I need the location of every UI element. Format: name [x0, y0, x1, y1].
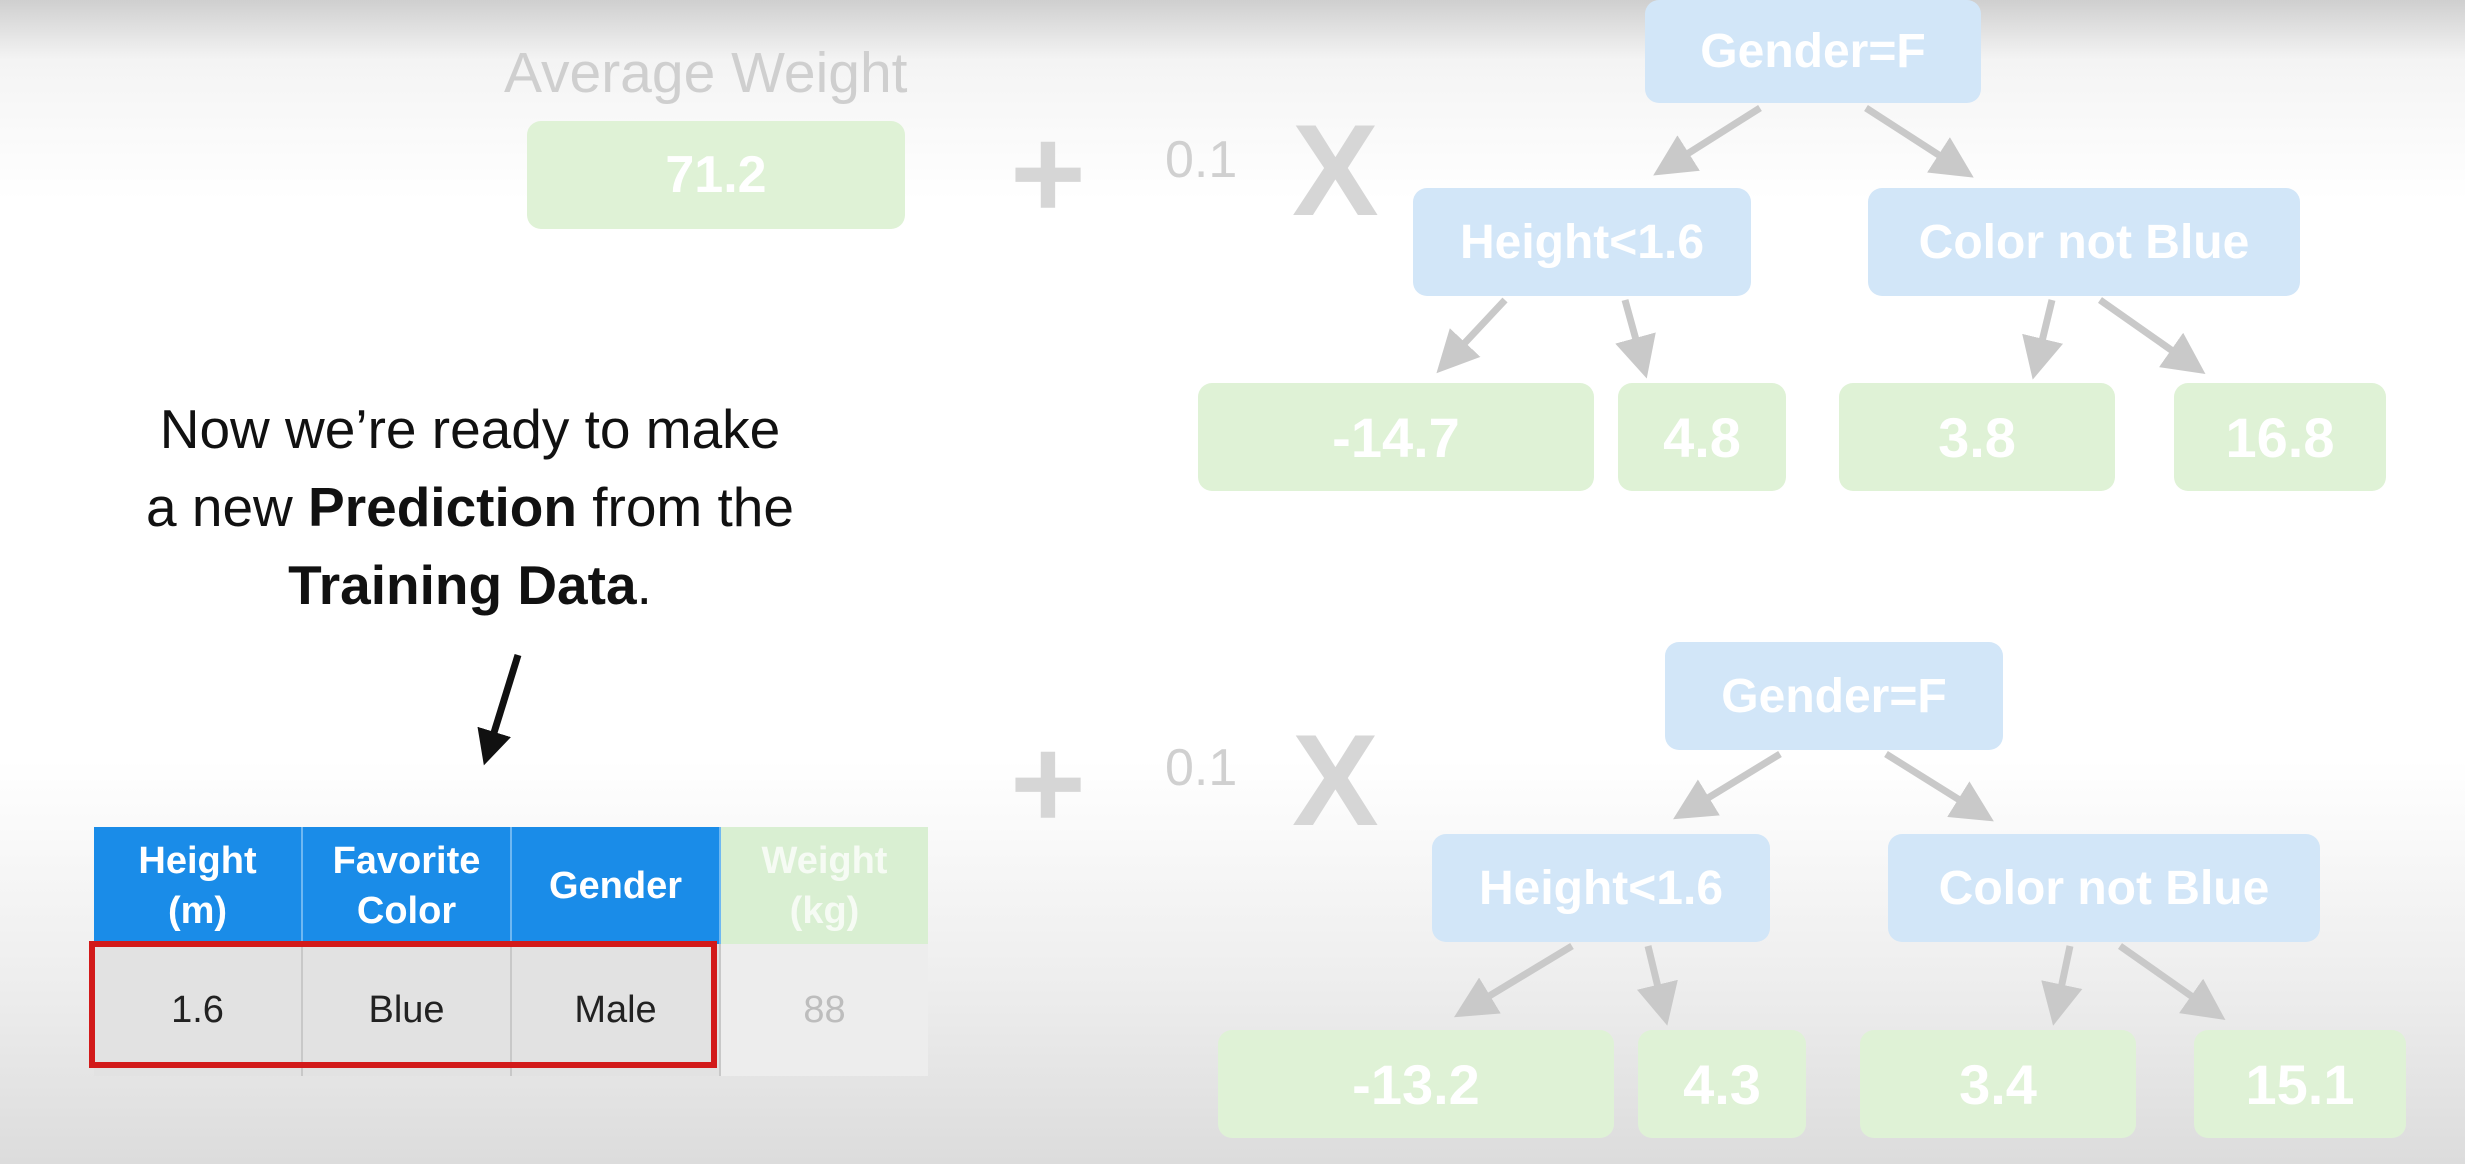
tree1-arrow-left-leaf1: [1436, 297, 1508, 374]
header-height: Height (m): [94, 827, 303, 944]
tree2-arrow-left-leaf2: [1636, 945, 1678, 1026]
header-gender: Gender: [511, 827, 721, 944]
header-weight: Weight (kg): [720, 827, 928, 944]
tree1-arrow-root-right: [1864, 105, 1974, 178]
tree2-arrow-right-leaf3: [2041, 945, 2083, 1026]
tree1-arrow-right-leaf4: [2097, 297, 2206, 375]
cell-favorite-color: Blue: [302, 944, 512, 1076]
table-row: 1.6 Blue Male 88: [94, 944, 928, 1076]
tree1-arrow-left-leaf2: [1615, 299, 1656, 379]
caption-line-3: Training Data.: [288, 554, 652, 616]
header-favorite-color: Favorite Color: [302, 827, 512, 944]
training-data-table: Height (m) Favorite Color Gender Weight (kg…: [94, 827, 928, 1076]
caption: Now we’re ready to make a new Prediction…: [60, 390, 880, 624]
pointer-arrow: [477, 653, 522, 766]
cell-weight: 88: [720, 944, 928, 1076]
tree2-arrow-left-leaf1: [1454, 943, 1574, 1018]
tree2-arrow-root-left: [1673, 751, 1782, 820]
cell-gender: Male: [511, 944, 721, 1076]
caption-line-2: a new Prediction from the: [145, 476, 794, 538]
table-header-row: Height (m) Favorite Color Gender Weight (kg…: [94, 827, 928, 944]
tree1-arrow-root-left: [1653, 105, 1762, 176]
tree2-arrow-root-right: [1884, 751, 1994, 822]
cell-height: 1.6: [94, 944, 303, 1076]
tree1-arrow-right-leaf3: [2022, 299, 2064, 380]
caption-line-1: Now we’re ready to make: [159, 398, 781, 460]
tree2-arrow-right-leaf4: [2117, 943, 2226, 1021]
